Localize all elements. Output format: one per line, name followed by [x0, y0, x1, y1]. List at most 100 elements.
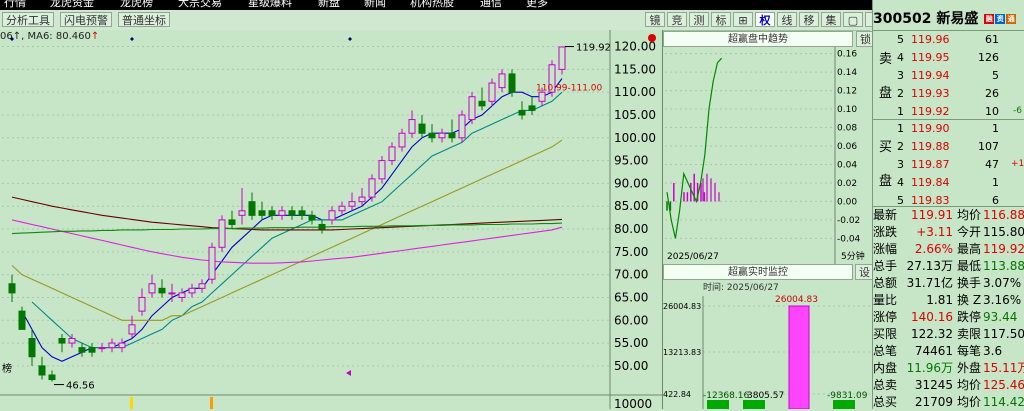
stat-value-2: 3.07% — [983, 276, 1022, 290]
stat-row-10: 总卖 31245 均价 125.46 — [873, 377, 1024, 394]
candle-21[interactable] — [218, 215, 226, 252]
stat-key: 涨停 — [873, 310, 898, 324]
sell-level: 5 — [897, 33, 904, 46]
menu-item-6[interactable]: 新闻 — [364, 0, 386, 10]
buy-row-1[interactable]: 1 119.90 1 — [873, 120, 1024, 137]
menu-item-8[interactable]: 通信 — [480, 0, 502, 10]
stat-value: +3.11 — [916, 225, 953, 239]
trend-tick-3: 0.10 — [837, 105, 857, 115]
monitor-bar-main — [788, 305, 810, 409]
toolbar-right-6[interactable]: 线 — [777, 12, 797, 27]
sell-row-2[interactable]: 2 119.93 26 — [873, 85, 1024, 102]
price-tick-12: 60.00 — [614, 313, 648, 327]
toolbar-right-4[interactable]: ⊞ — [733, 12, 753, 27]
menu-item-3[interactable]: 大宗交易 — [178, 0, 222, 10]
menu-item-9[interactable]: 更多 — [526, 0, 548, 10]
toolbar-right-8[interactable]: 集 — [821, 12, 841, 27]
toolbar-left-1[interactable]: 闪电预警 — [60, 12, 112, 27]
badge-0: 融 — [984, 14, 995, 24]
price-tick-7: 85.00 — [614, 199, 648, 213]
stat-key: 买限 — [873, 327, 898, 341]
trend-line — [666, 57, 723, 239]
stat-key-2: 换 Z — [957, 293, 982, 307]
price-tick-9: 75.00 — [614, 245, 648, 259]
trend-tick-5: 0.06 — [837, 142, 857, 152]
stat-key-2: 今开 — [957, 225, 982, 239]
sell-row-4[interactable]: 4 119.95 126 — [873, 49, 1024, 66]
trend-tick-7: 0.02 — [837, 179, 857, 189]
stat-key-2: 最高 — [957, 242, 982, 256]
stat-value-2: 115.80 — [983, 225, 1024, 239]
candle-45[interactable] — [458, 110, 466, 143]
toolbar-right-3[interactable]: 标 — [711, 12, 731, 27]
sell-volume: 26 — [985, 87, 999, 100]
trend-tick-1: 0.14 — [837, 68, 857, 78]
candle-20[interactable] — [208, 242, 216, 284]
toolbar-right-5[interactable]: 权 — [755, 12, 775, 27]
candle-37[interactable] — [378, 156, 386, 184]
stat-value: 119.91 — [911, 208, 953, 222]
stat-key: 总手 — [873, 259, 898, 273]
candle-46[interactable] — [468, 92, 476, 125]
menu-item-0[interactable]: 行情 — [4, 0, 26, 10]
stat-value-2: 3.16% — [983, 293, 1022, 307]
sell-price: 119.93 — [911, 87, 950, 100]
price-tick-6: 90.00 — [614, 176, 648, 190]
trend-tick-9: -0.02 — [837, 216, 860, 226]
ma6-value: 80.460 — [55, 31, 91, 42]
stat-value: 27.13万 — [906, 259, 953, 273]
buy-level: 2 — [897, 140, 904, 153]
buy-change: +16 — [1011, 159, 1024, 169]
menu-item-4[interactable]: 星级爆料 — [248, 0, 292, 10]
candle-48[interactable] — [488, 78, 496, 106]
stat-key-2: 每笔 — [957, 344, 982, 358]
corner-label: 榜 — [2, 362, 12, 375]
stat-key: 量比 — [873, 293, 898, 307]
trend-period[interactable]: 5分钟 — [841, 250, 865, 262]
candle-50[interactable] — [508, 69, 516, 97]
toolbar-right-1[interactable]: 竞 — [667, 12, 687, 27]
sell-row-3[interactable]: 3 119.94 5 — [873, 67, 1024, 84]
sell-volume: 10 — [985, 105, 999, 118]
toolbar-left-2[interactable]: 普通坐标 — [118, 12, 170, 27]
candlestick-chart[interactable]: 120.00 115.00 110.00 105.00 100.00 95.00 90.00… — [0, 30, 662, 409]
buy-row-4[interactable]: 4 119.84 1 — [873, 174, 1024, 191]
stat-key-2: 跌停 — [957, 310, 982, 324]
monitor-bar-value: 26004.83 — [775, 295, 818, 305]
candle-36[interactable] — [368, 174, 376, 202]
top-menubar: 行情 龙虎资金 龙虎榜 大宗交易 星级爆料 新盘 新闻 机构热股 通信 更多 — [0, 0, 1024, 10]
stat-value-2: 113.88 — [983, 259, 1024, 273]
toolbar-right-7[interactable]: 移 — [799, 12, 819, 27]
sell-row-5[interactable]: 5 119.96 61 — [873, 31, 1024, 48]
chart-toolbar: 分析工具闪电预警普通坐标镜竞测标⊞权线移集▢✕ — [0, 10, 885, 31]
stat-row-3: 总手 27.13万 最低 113.88 — [873, 258, 1024, 275]
menu-item-5[interactable]: 新盘 — [318, 0, 340, 10]
stat-value: 1.81 — [926, 293, 953, 307]
price-tick-2: 110.00 — [614, 85, 656, 99]
toolbar-right-0[interactable]: 镜 — [645, 12, 665, 27]
toolbar-right-2[interactable]: 测 — [689, 12, 709, 27]
menu-item-7[interactable]: 机构热股 — [410, 0, 454, 10]
sell-row-1[interactable]: 1 119.92 10 -6 — [873, 103, 1024, 120]
sell-price: 119.95 — [911, 51, 950, 64]
menu-item-1[interactable]: 龙虎资金 — [50, 0, 94, 10]
trend-tick-0: 0.16 — [837, 50, 857, 60]
volume-bar-0 — [130, 397, 133, 409]
stat-value: 2.66% — [914, 242, 953, 256]
buy-row-2[interactable]: 2 119.88 107 — [873, 138, 1024, 155]
toolbar-right-9[interactable]: ▢ — [843, 12, 863, 27]
buy-row-3[interactable]: 3 119.87 47 +16 — [873, 156, 1024, 173]
monitor-value-0: -12368.16 — [703, 391, 749, 401]
price-tick-11: 65.00 — [614, 290, 648, 304]
sell-price: 119.92 — [911, 105, 950, 118]
menu-item-2[interactable]: 龙虎榜 — [120, 0, 153, 10]
stat-key: 涨幅 — [873, 242, 898, 256]
monitor-bar-0 — [707, 400, 729, 409]
stat-value-2: 116.88 — [983, 208, 1024, 222]
buy-volume: 107 — [978, 140, 999, 153]
toolbar-left-0[interactable]: 分析工具 — [2, 12, 54, 27]
sell-label-2: 盘 — [879, 86, 893, 101]
buy-volume: 1 — [992, 122, 999, 135]
stat-row-4: 总额 31.71亿 换手 3.07% — [873, 275, 1024, 292]
monitor-time: 时间: 2025/06/27 — [703, 281, 779, 293]
